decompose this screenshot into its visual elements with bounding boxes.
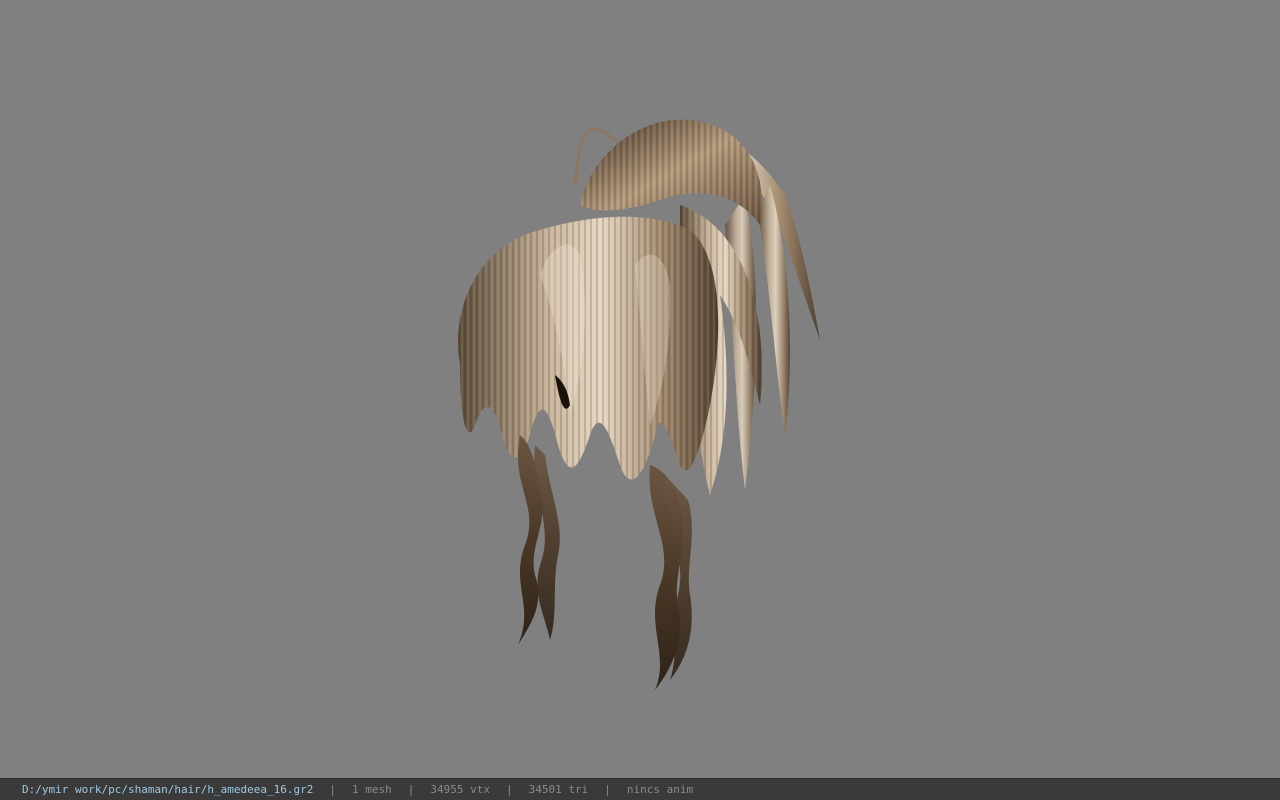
hair-fringe [458, 216, 719, 480]
vertex-count: 34955 vtx [430, 783, 491, 796]
status-separator: | [329, 783, 337, 796]
animation-status: nincs anim [626, 783, 694, 796]
hair-model-render [458, 119, 820, 690]
file-path: D:/ymir work/pc/shaman/hair/h_amedeea_16… [22, 783, 314, 796]
status-separator: | [407, 783, 415, 796]
status-separator: | [506, 783, 513, 796]
status-separator: | [604, 783, 611, 796]
hair-curls [517, 435, 692, 690]
status-bar: D:/ymir work/pc/shaman/hair/h_amedeea_16… [0, 778, 1280, 800]
triangle-count: 34501 tri [528, 783, 589, 796]
mesh-count: 1 mesh [352, 783, 392, 796]
3d-viewport[interactable] [0, 0, 1280, 778]
